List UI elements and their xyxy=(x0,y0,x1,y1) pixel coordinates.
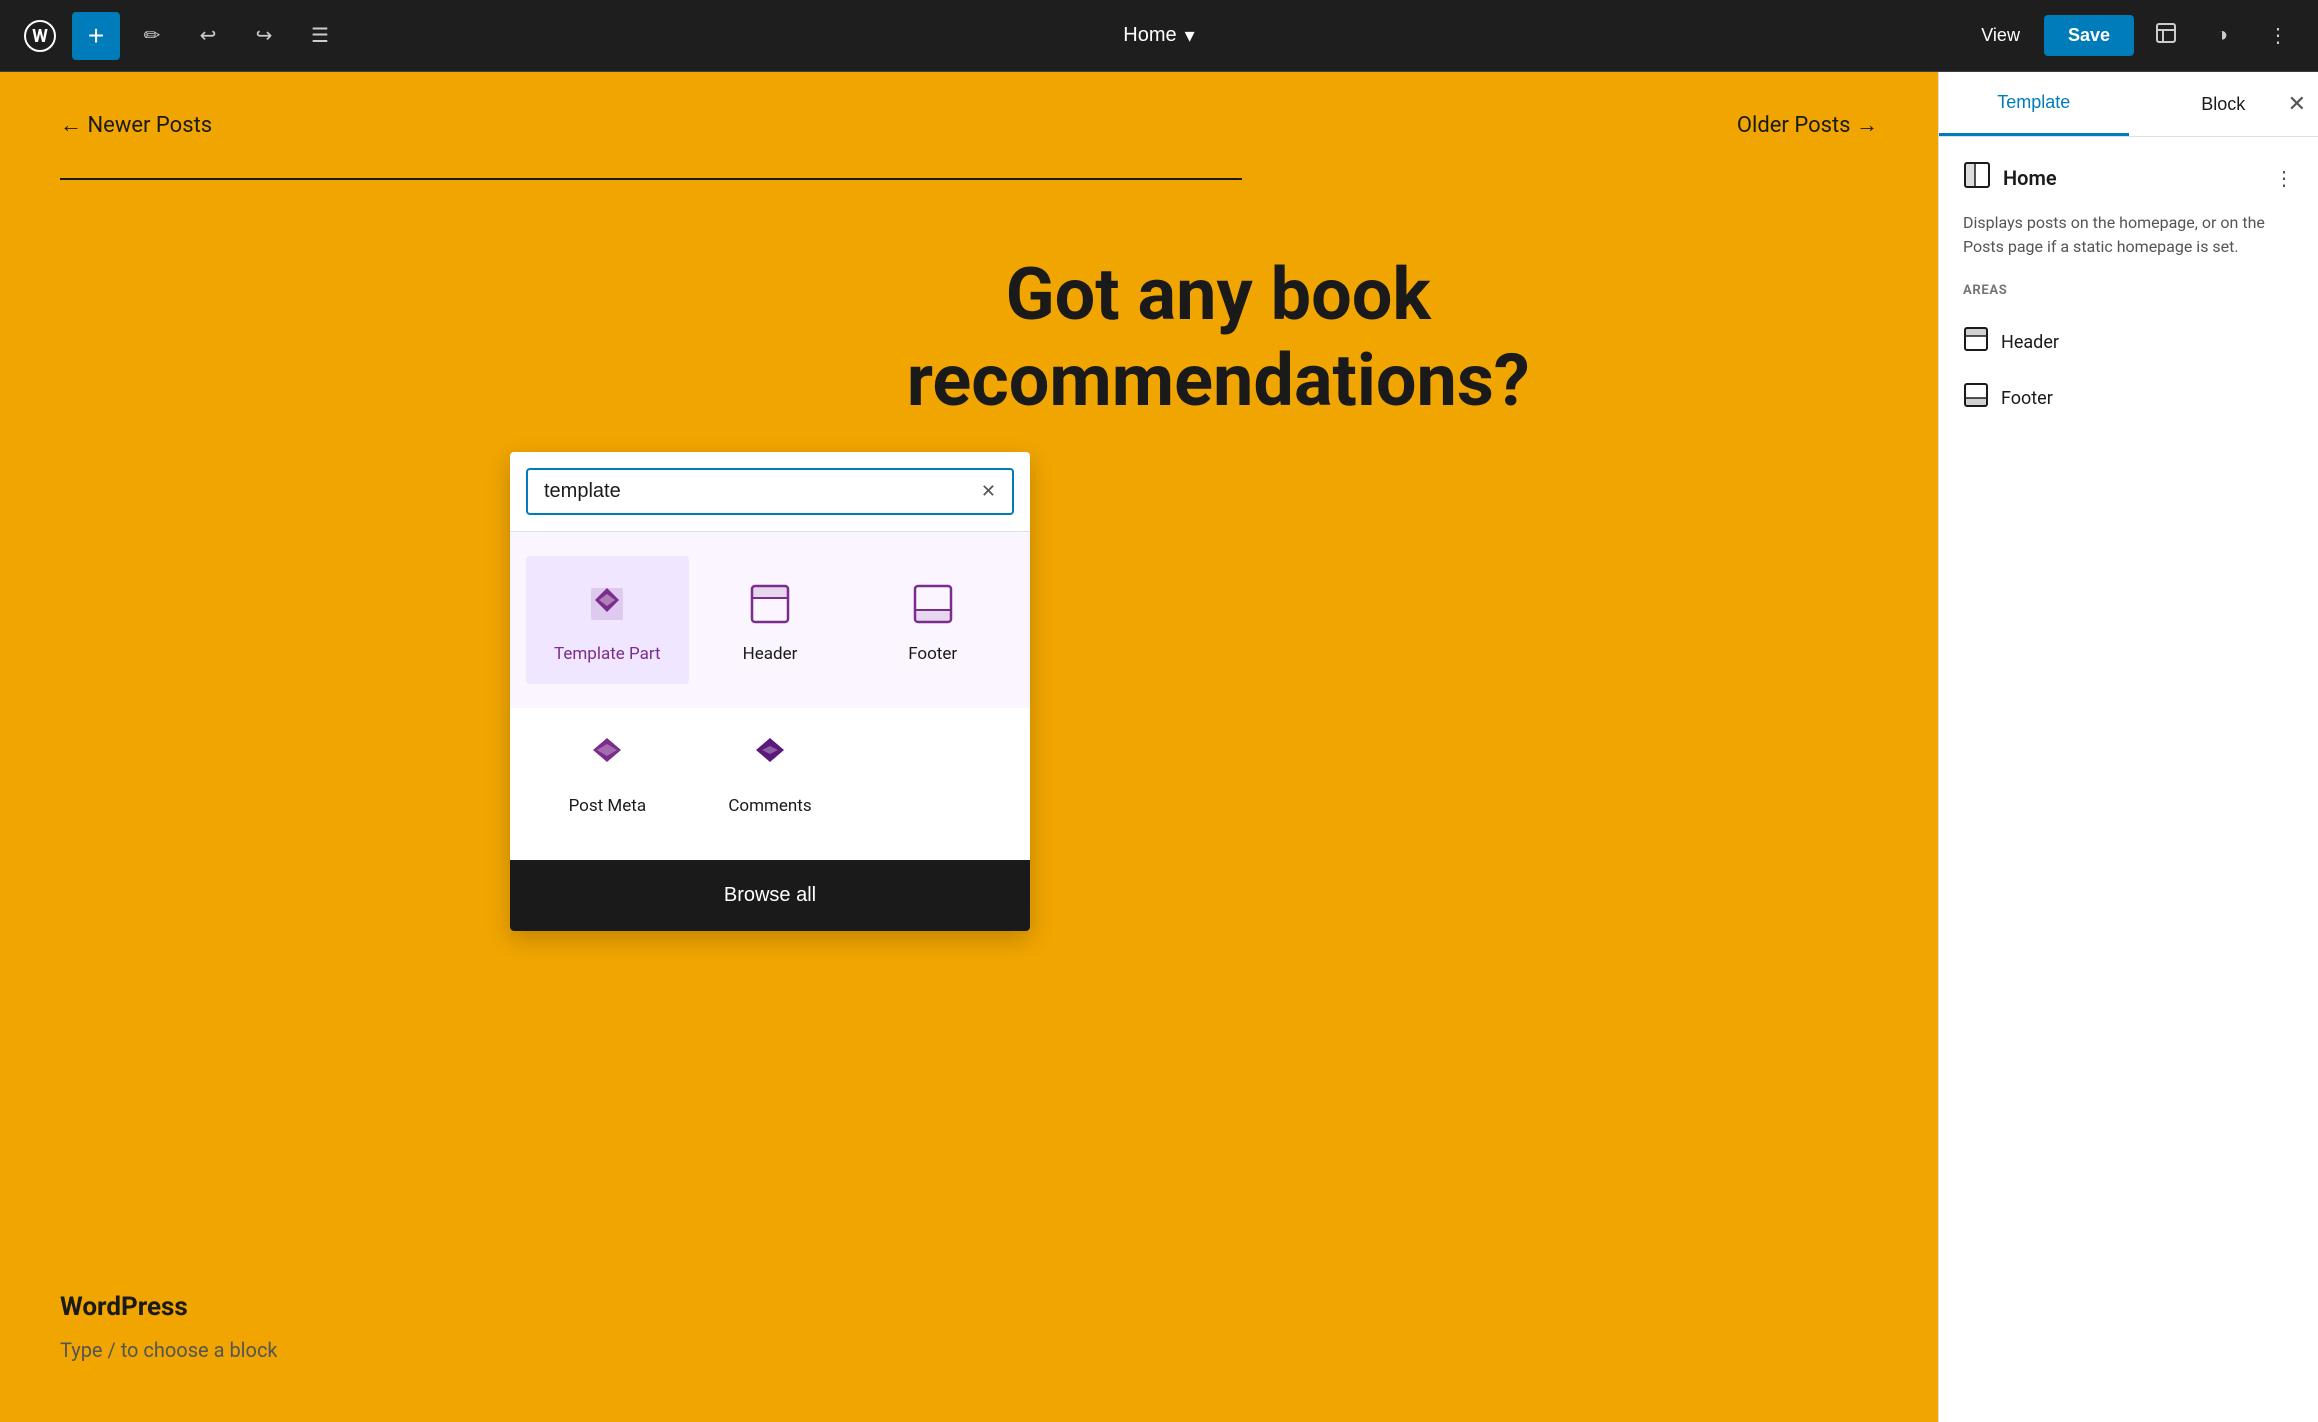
template-description: Displays posts on the homepage, or on th… xyxy=(1963,211,2294,259)
footer-area: WordPress xyxy=(60,1292,188,1322)
nav-bar: ← Newer Posts Older Posts → xyxy=(60,112,1878,138)
svg-text:W: W xyxy=(32,26,48,47)
divider-line xyxy=(60,178,1242,180)
toolbar-left: W + ✏ ↩ ↪ ☰ xyxy=(16,12,344,60)
close-icon: ✕ xyxy=(981,481,996,501)
dark-mode-button[interactable]: ◑ xyxy=(2198,12,2246,60)
redo-icon: ↪ xyxy=(256,23,273,48)
save-button[interactable]: Save xyxy=(2044,15,2134,56)
hero-heading: Got any book recommendations? xyxy=(907,252,1530,425)
inserter-grid-row2: Post Meta Comments xyxy=(510,708,1030,860)
areas-label: AREAS xyxy=(1963,283,2294,298)
tab-template[interactable]: Template xyxy=(1939,72,2129,136)
sidebar-tabs: Template Block ✕ xyxy=(1939,72,2318,137)
header-block-icon xyxy=(742,576,798,632)
type-hint: Type / to choose a block xyxy=(60,1338,278,1362)
right-sidebar: Template Block ✕ Home ⋮ xyxy=(1938,72,2318,1422)
block-label-comments: Comments xyxy=(728,796,811,816)
page-title-text: Home xyxy=(1123,24,1176,47)
block-item-footer[interactable]: Footer xyxy=(851,556,1014,684)
sidebar-content: Home ⋮ Displays posts on the homepage, o… xyxy=(1939,137,2318,1422)
inserter-search-area: ✕ xyxy=(510,452,1030,532)
template-more-button[interactable]: ⋮ xyxy=(2274,166,2294,191)
undo-icon: ↩ xyxy=(200,23,217,48)
toolbar: W + ✏ ↩ ↪ ☰ Home ▾ View Save xyxy=(0,0,2318,72)
inserter-grid-row1: Template Part Header xyxy=(510,532,1030,708)
toolbar-center: Home ▾ xyxy=(1111,15,1206,56)
undo-button[interactable]: ↩ xyxy=(184,12,232,60)
template-header: Home ⋮ xyxy=(1963,161,2294,195)
block-label-footer: Footer xyxy=(908,644,957,664)
page-title-button[interactable]: Home ▾ xyxy=(1111,15,1206,56)
chevron-down-icon: ▾ xyxy=(1185,23,1195,48)
block-label-template-part: Template Part xyxy=(554,644,661,664)
more-options-icon: ⋮ xyxy=(2268,23,2288,48)
block-item-header[interactable]: Header xyxy=(689,556,852,684)
view-button[interactable]: View xyxy=(1965,17,2036,54)
layout-icon xyxy=(2154,21,2178,51)
newer-posts-link[interactable]: ← Newer Posts xyxy=(60,112,212,138)
plus-icon: + xyxy=(88,20,104,52)
block-item-post-meta[interactable]: Post Meta xyxy=(526,708,689,836)
footer-area-icon xyxy=(1963,382,1989,414)
block-label-post-meta: Post Meta xyxy=(569,796,647,816)
main-layout: ← Newer Posts Older Posts → Got any book… xyxy=(0,72,2318,1422)
template-name: Home xyxy=(2003,166,2262,190)
block-inserter-popup: ✕ xyxy=(510,452,1030,931)
list-view-icon: ☰ xyxy=(311,23,329,48)
area-item-header[interactable]: Header xyxy=(1963,314,2294,370)
comments-icon xyxy=(742,728,798,784)
redo-button[interactable]: ↪ xyxy=(240,12,288,60)
close-icon: ✕ xyxy=(2288,91,2306,116)
search-field-wrapper: ✕ xyxy=(526,468,1014,515)
more-options-button[interactable]: ⋮ xyxy=(2254,12,2302,60)
edit-tool-button[interactable]: ✏ xyxy=(128,12,176,60)
template-layout-icon xyxy=(1963,161,1991,195)
template-part-icon xyxy=(579,576,635,632)
footer-brand: WordPress xyxy=(60,1292,188,1322)
area-label-footer: Footer xyxy=(2001,388,2053,409)
add-block-button[interactable]: + xyxy=(72,12,120,60)
block-label-header: Header xyxy=(743,644,798,664)
list-view-button[interactable]: ☰ xyxy=(296,12,344,60)
layout-button[interactable] xyxy=(2142,12,2190,60)
canvas-content: ← Newer Posts Older Posts → Got any book… xyxy=(0,72,1938,1422)
footer-block-icon xyxy=(905,576,961,632)
hero-section: Got any book recommendations? xyxy=(907,252,1530,425)
block-item-comments[interactable]: Comments xyxy=(689,708,852,836)
toolbar-right: View Save ◑ ⋮ xyxy=(1965,12,2302,60)
browse-all-button[interactable]: Browse all xyxy=(510,860,1030,931)
area-label-header: Header xyxy=(2001,332,2059,353)
more-icon: ⋮ xyxy=(2274,168,2294,190)
pencil-icon: ✏ xyxy=(144,23,161,48)
area-item-footer[interactable]: Footer xyxy=(1963,370,2294,426)
search-clear-button[interactable]: ✕ xyxy=(981,481,996,502)
block-item-template-part[interactable]: Template Part xyxy=(526,556,689,684)
header-area-icon xyxy=(1963,326,1989,358)
older-posts-link[interactable]: Older Posts → xyxy=(1737,112,1878,138)
wp-logo[interactable]: W xyxy=(16,12,64,60)
search-input[interactable] xyxy=(544,480,973,503)
canvas-area: ← Newer Posts Older Posts → Got any book… xyxy=(0,72,1938,1422)
dark-mode-icon: ◑ xyxy=(2216,24,2228,47)
sidebar-close-button[interactable]: ✕ xyxy=(2288,91,2306,117)
post-meta-icon xyxy=(579,728,635,784)
